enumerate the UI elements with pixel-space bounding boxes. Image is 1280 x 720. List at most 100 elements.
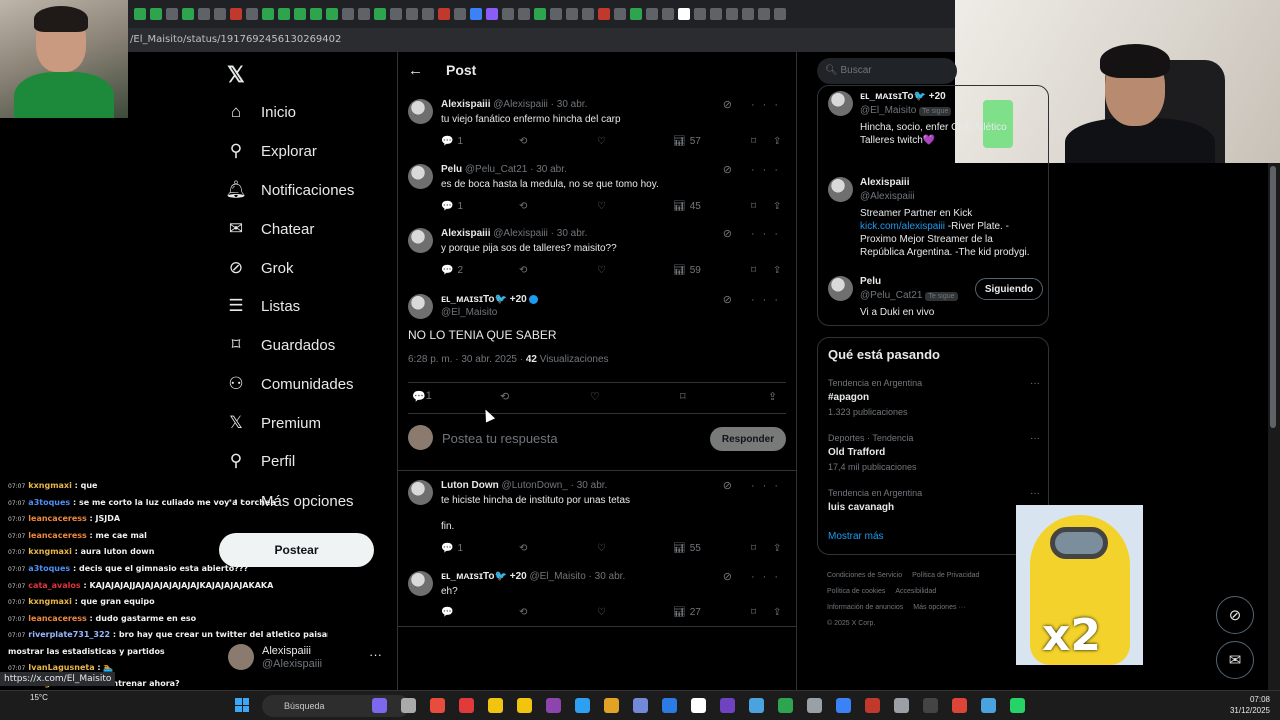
like-icon[interactable]: ♡ [597,201,606,212]
browser-tab[interactable] [422,8,434,20]
browser-tab[interactable] [150,8,162,20]
trend-item[interactable]: Tendencia en Argentina #apagon 1.323 publi… [828,378,1040,417]
retweet-icon[interactable]: ⟲ [519,136,527,147]
like-icon[interactable]: ♡ [597,265,606,276]
more-icon[interactable]: ··· [369,647,382,662]
like-icon[interactable]: ♡ [597,543,606,554]
browser-tab[interactable] [278,8,290,20]
sidebar-item-explorar[interactable]: ⚲ Explorar [225,136,317,166]
clock[interactable]: 07:08 31/12/2025 [1230,694,1270,716]
browser-tab[interactable] [374,8,386,20]
scrollbar-thumb[interactable] [1270,166,1276,428]
browser-tab[interactable] [742,8,754,20]
reply-icon[interactable]: 💬 1 [412,390,432,403]
browser-tab[interactable] [294,8,306,20]
browser-tab[interactable] [454,8,466,20]
sidebar-item-premium[interactable]: 𝕏 Premium [225,408,321,438]
browser-tab[interactable] [550,8,562,20]
avatar[interactable] [408,294,433,319]
share-icon[interactable]: ⇪ [773,201,781,212]
taskbar-app-icon[interactable] [778,698,793,713]
bookmark-icon[interactable]: ⌑ [751,136,756,147]
browser-tab[interactable] [134,8,146,20]
sidebar-item-chatear[interactable]: ✉ Chatear [225,214,315,244]
grok-more-icons[interactable]: ⊘ ··· [723,163,786,176]
bio-link[interactable]: kick.com/alexispaiii [860,221,945,232]
footer-link[interactable]: Condiciones de Servicio [827,572,902,579]
taskbar-app-icon[interactable] [865,698,880,713]
bookmark-icon[interactable]: ⌑ [751,607,756,618]
browser-tab[interactable] [774,8,786,20]
browser-tab[interactable] [678,8,690,20]
browser-tab[interactable] [342,8,354,20]
browser-tab[interactable] [726,8,738,20]
retweet-icon[interactable]: ⟲ [519,265,527,276]
browser-tab[interactable] [214,8,226,20]
footer-link[interactable]: Información de anuncios [827,604,903,611]
browser-tab[interactable] [246,8,258,20]
taskbar-app-icon[interactable] [662,698,677,713]
taskbar-search[interactable]: Búsqueda [262,695,410,717]
avatar[interactable] [408,571,433,596]
avatar[interactable] [408,164,433,189]
views-icon[interactable]: 📊︎ 59 [673,265,701,276]
bookmark-icon[interactable]: ⌑ [751,201,756,212]
taskbar-app-icon[interactable] [749,698,764,713]
taskbar-app-icon[interactable] [488,698,503,713]
browser-tab[interactable] [326,8,338,20]
taskbar-app-icon[interactable] [836,698,851,713]
views-icon[interactable]: 📊︎ 45 [673,201,701,212]
share-icon[interactable]: ⇪ [773,265,781,276]
taskbar-app-icon[interactable] [430,698,445,713]
grok-more-icons[interactable]: ⊘ ··· [723,227,786,240]
browser-tab[interactable] [582,8,594,20]
trend-item[interactable]: Deportes · Tendencia Old Trafford 17,4 mil… [828,433,1040,472]
browser-tab[interactable] [182,8,194,20]
browser-tab[interactable] [230,8,242,20]
grok-more-icons[interactable]: ⊘ ··· [723,570,786,583]
grok-more-icons[interactable]: ⊘ ··· [723,479,786,492]
footer-link[interactable]: Política de Privacidad [912,572,979,579]
taskbar-app-icon[interactable] [894,698,909,713]
taskbar-app-icon[interactable] [546,698,561,713]
more-icon[interactable]: ··· [1030,378,1040,389]
footer-link[interactable]: © 2025 X Corp. [827,620,875,627]
browser-tab[interactable] [758,8,770,20]
reply-icon[interactable]: 💬 1 [441,201,463,212]
sidebar-item-grok[interactable]: ⊘ Grok [225,253,294,283]
taskbar-app-icon[interactable] [952,698,967,713]
browser-tab[interactable] [390,8,402,20]
weather-temp[interactable]: 15°C [30,693,48,702]
browser-tab[interactable] [470,8,482,20]
bookmark-icon[interactable]: ⌑ [680,390,686,403]
taskbar-app-icon[interactable] [372,698,387,713]
footer-link[interactable]: Más opciones ··· [913,604,965,611]
like-icon[interactable]: ♡ [597,607,606,618]
share-icon[interactable]: ⇪ [773,543,781,554]
grok-more-icons[interactable]: ⊘ ··· [723,293,786,306]
sidebar-item-inicio[interactable]: ⌂ Inicio [225,97,296,127]
taskbar-app-icon[interactable] [401,698,416,713]
taskbar-app-icon[interactable] [517,698,532,713]
views-icon[interactable]: 📊︎ 57 [673,136,701,147]
grok-float-button[interactable]: ⊘ [1216,596,1254,634]
taskbar-app-icon[interactable] [575,698,590,713]
footer-link[interactable]: Accesibilidad [895,588,936,595]
taskbar-app-icon[interactable] [1010,698,1025,713]
reply-button[interactable]: Responder [710,427,786,451]
taskbar-app-icon[interactable] [807,698,822,713]
browser-tab[interactable] [406,8,418,20]
taskbar-app-icon[interactable] [923,698,938,713]
reply-icon[interactable]: 💬 [441,607,457,618]
windows-start-icon[interactable] [235,698,249,712]
reply-icon[interactable]: 💬 2 [441,265,463,276]
taskbar-app-icon[interactable] [604,698,619,713]
taskbar-app-icon[interactable] [691,698,706,713]
bookmark-icon[interactable]: ⌑ [751,543,756,554]
search-input[interactable]: 🔍︎ Buscar [817,58,957,84]
browser-tab[interactable] [662,8,674,20]
sidebar-item-notificaciones[interactable]: 🔔︎ Notificaciones [225,175,354,205]
browser-tab[interactable] [486,8,498,20]
retweet-icon[interactable]: ⟲ [519,543,527,554]
reply-input[interactable]: Postea tu respuesta [442,431,558,446]
